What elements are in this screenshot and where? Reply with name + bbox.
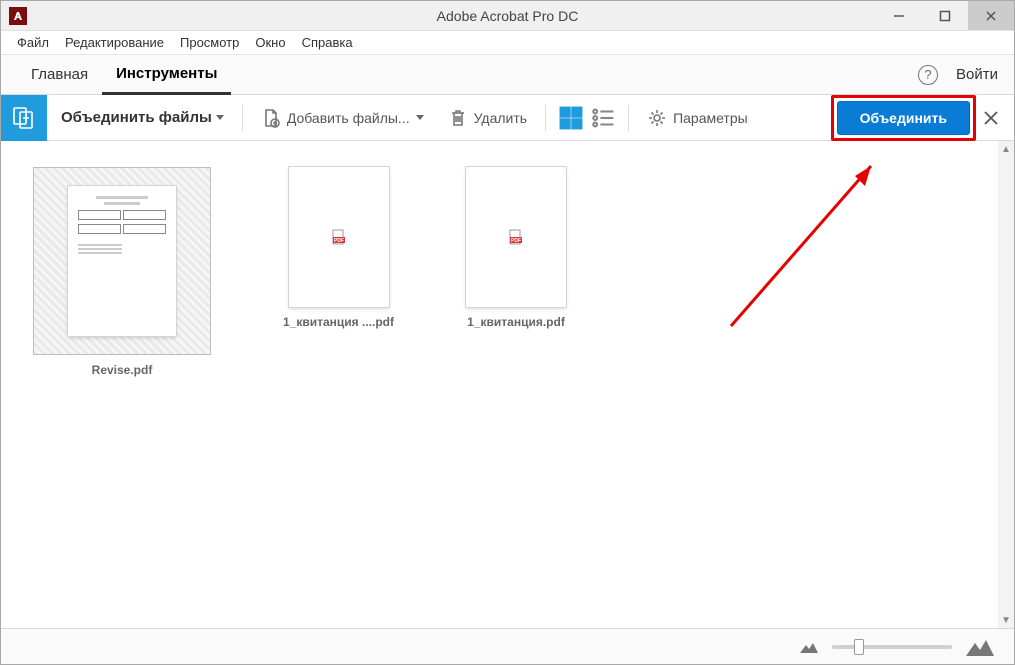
menu-view[interactable]: Просмотр xyxy=(172,33,247,52)
separator xyxy=(628,105,629,131)
grid-icon xyxy=(558,105,584,131)
delete-label: Удалить xyxy=(474,110,527,126)
menu-edit[interactable]: Редактирование xyxy=(57,33,172,52)
toolbar: Объединить файлы Добавить файлы... Удали… xyxy=(1,95,1014,141)
file-name: 1_квитанция.pdf xyxy=(467,315,565,329)
footer xyxy=(1,628,1014,664)
file-card[interactable]: PDF 1_квитанция.pdf xyxy=(466,167,566,329)
combine-files-dropdown[interactable]: Объединить файлы xyxy=(47,109,230,126)
combine-button[interactable]: Объединить xyxy=(837,101,970,135)
separator xyxy=(545,105,546,131)
separator xyxy=(242,105,243,131)
menu-help[interactable]: Справка xyxy=(294,33,361,52)
menu-file[interactable]: Файл xyxy=(9,33,57,52)
close-panel-button[interactable] xyxy=(980,107,1002,129)
file-card[interactable]: PDF 1_квитанция ....pdf xyxy=(283,167,394,329)
close-button[interactable] xyxy=(968,1,1014,30)
add-files-label: Добавить файлы... xyxy=(287,110,410,126)
zoom-slider[interactable] xyxy=(832,645,952,649)
gear-icon xyxy=(647,108,667,128)
combine-files-label: Объединить файлы xyxy=(61,109,212,126)
zoom-out-icon[interactable] xyxy=(800,641,818,653)
pdf-icon: PDF xyxy=(331,229,347,245)
nav-home[interactable]: Главная xyxy=(17,55,102,94)
file-card[interactable]: Revise.pdf xyxy=(33,167,211,377)
trash-icon xyxy=(448,108,468,128)
delete-button[interactable]: Удалить xyxy=(442,104,533,132)
file-name: 1_квитанция ....pdf xyxy=(283,315,394,329)
pdf-icon: PDF xyxy=(508,229,524,245)
zoom-slider-thumb[interactable] xyxy=(854,639,864,655)
add-files-button[interactable]: Добавить файлы... xyxy=(255,104,430,132)
login-button[interactable]: Войти xyxy=(956,66,998,83)
menubar: Файл Редактирование Просмотр Окно Справк… xyxy=(1,31,1014,55)
scrollbar[interactable]: ▲ ▼ xyxy=(998,141,1014,628)
add-file-icon xyxy=(261,108,281,128)
zoom-in-icon[interactable] xyxy=(966,638,994,656)
titlebar: Adobe Acrobat Pro DC xyxy=(1,1,1014,31)
file-thumbnail: PDF xyxy=(289,167,389,307)
chevron-down-icon xyxy=(416,115,424,120)
options-label: Параметры xyxy=(673,110,748,126)
file-thumbnail: PDF xyxy=(466,167,566,307)
svg-text:PDF: PDF xyxy=(511,238,521,244)
combine-files-icon xyxy=(1,95,47,141)
app-icon xyxy=(9,7,27,25)
help-icon[interactable]: ? xyxy=(918,65,938,85)
grid-view-button[interactable] xyxy=(558,105,584,131)
content-area: Revise.pdf PDF 1_квитанция ....pdf PDF xyxy=(1,141,1014,628)
file-name: Revise.pdf xyxy=(92,363,153,377)
list-icon xyxy=(590,105,616,131)
scroll-up-icon[interactable]: ▲ xyxy=(998,141,1014,157)
navbar: Главная Инструменты ? Войти xyxy=(1,55,1014,95)
svg-text:PDF: PDF xyxy=(334,238,344,244)
nav-tools[interactable]: Инструменты xyxy=(102,56,231,95)
file-thumbnail xyxy=(68,186,176,336)
menu-window[interactable]: Окно xyxy=(247,33,293,52)
maximize-button[interactable] xyxy=(922,1,968,30)
options-button[interactable]: Параметры xyxy=(641,104,754,132)
minimize-button[interactable] xyxy=(876,1,922,30)
window-title: Adobe Acrobat Pro DC xyxy=(1,8,1014,24)
scroll-down-icon[interactable]: ▼ xyxy=(998,612,1014,628)
list-view-button[interactable] xyxy=(590,105,616,131)
chevron-down-icon xyxy=(216,115,224,120)
